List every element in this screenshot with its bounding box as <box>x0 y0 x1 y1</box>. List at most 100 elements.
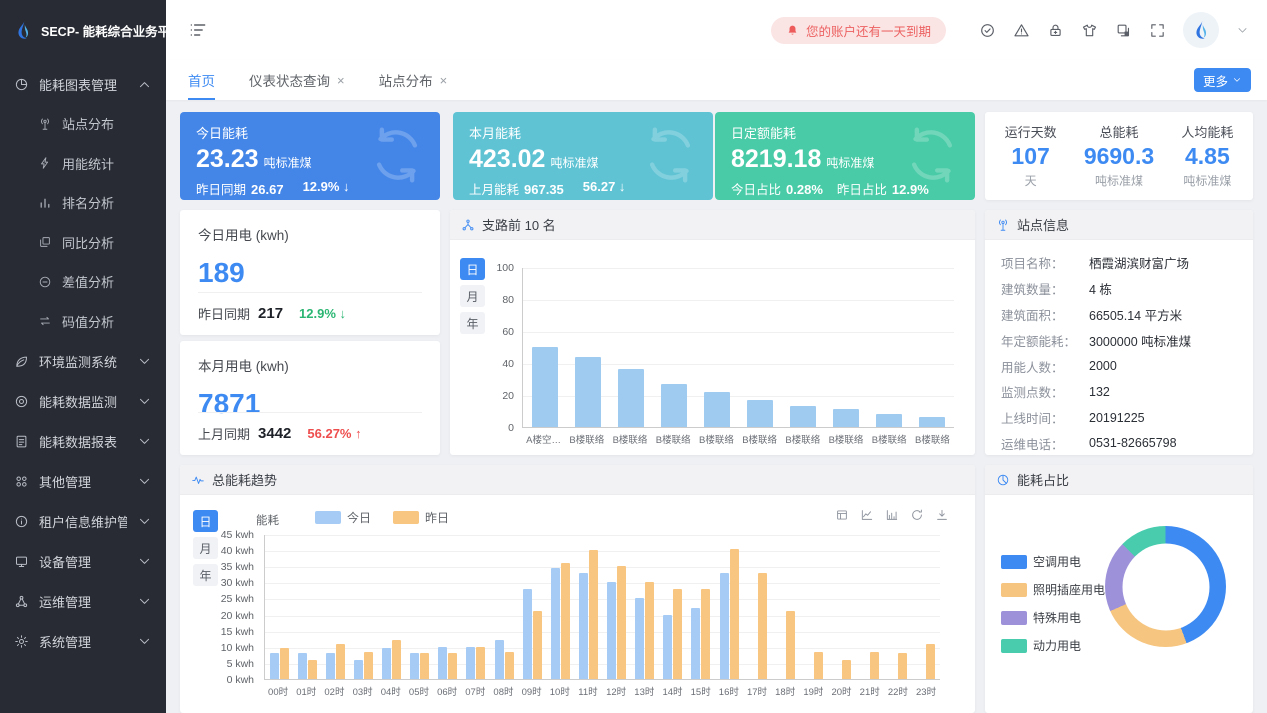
sidebar-item[interactable]: 用能统计 <box>0 144 166 184</box>
legend-item[interactable]: 动力用电 <box>1001 637 1105 654</box>
bar <box>635 598 644 679</box>
sidebar-item[interactable]: 同比分析 <box>0 223 166 263</box>
energy-share-body: 空调用电照明插座用电特殊用电动力用电 <box>985 495 1253 712</box>
bar <box>438 647 447 679</box>
bar <box>790 406 816 427</box>
sidebar-item[interactable]: 差值分析 <box>0 262 166 302</box>
legend-item[interactable]: 照明插座用电 <box>1001 581 1105 598</box>
main-area: 您的账户还有一天到期 首页仪表状态查询×站点分布× 更多 今日能耗23.23吨标… <box>166 0 1267 713</box>
tab-2[interactable]: 仪表状态查询× <box>249 60 345 100</box>
sidebar-group-9[interactable]: 系统管理 <box>0 621 166 661</box>
bar-pair <box>410 653 429 679</box>
sidebar-group-8[interactable]: 运维管理 <box>0 581 166 621</box>
bar-group <box>378 535 406 679</box>
bar-pair <box>607 566 626 679</box>
bar-pair <box>860 652 879 679</box>
warning-triangle-icon[interactable] <box>1013 22 1030 39</box>
tab-3[interactable]: 站点分布 × <box>379 60 448 100</box>
logo: SECP- 能耗综合业务平台 <box>0 0 166 60</box>
bar <box>898 653 907 679</box>
compare-label: 昨日同期 <box>198 304 250 323</box>
lock-icon[interactable] <box>1047 22 1064 39</box>
summary-item: 运行天数107天 <box>1005 122 1057 189</box>
branch-top10-panel: 支路前 10 名 日月年100806040200A楼空…B楼联络B楼联络B楼联络… <box>450 210 975 455</box>
sidebar-item[interactable]: 码值分析 <box>0 302 166 342</box>
check-circle-icon[interactable] <box>979 22 996 39</box>
sidebar-group-1[interactable]: 能耗图表管理 <box>0 64 166 104</box>
bar-chart-icon[interactable] <box>885 508 899 522</box>
info-icon <box>14 514 29 529</box>
bar <box>336 644 345 679</box>
refresh-icon[interactable] <box>910 508 924 522</box>
sidebar-group-3[interactable]: 能耗数据监测 <box>0 381 166 421</box>
x-axis-label: 19时 <box>799 684 827 698</box>
fullscreen-icon[interactable] <box>1149 22 1166 39</box>
sidebar-group-4[interactable]: 能耗数据报表 <box>0 421 166 461</box>
month-power-title: 本月用电 (kwh) <box>198 355 422 375</box>
user-menu-chevron-icon[interactable] <box>1236 24 1249 37</box>
antenna-icon <box>38 117 52 131</box>
sidebar-group-5[interactable]: 其他管理 <box>0 461 166 501</box>
stat-card-unit: 吨标准煤 <box>826 156 874 170</box>
bar <box>701 589 710 679</box>
site-info-value: 66505.14 平方米 <box>1089 305 1182 324</box>
avatar[interactable] <box>1183 12 1219 48</box>
site-info-row: 上线时间：20191225 <box>1001 405 1237 431</box>
trend-chart: 日月年能耗今日昨日45 kwh40 kwh35 kwh30 kwh25 kwh2… <box>180 495 975 712</box>
menu-collapse-icon[interactable] <box>188 20 208 40</box>
sidebar: SECP- 能耗综合业务平台 能耗图表管理站点分布用能统计排名分析同比分析差值分… <box>0 0 166 713</box>
legend-item[interactable]: 空调用电 <box>1001 553 1105 570</box>
site-info-label: 建筑面积： <box>1001 305 1089 324</box>
legend-swatch <box>315 511 341 524</box>
line-chart-icon[interactable] <box>860 508 874 522</box>
sidebar-group-6[interactable]: 租户信息维护管理 <box>0 501 166 541</box>
sidebar-item[interactable]: 站点分布 <box>0 104 166 144</box>
y-axis-tick: 20 <box>480 390 514 402</box>
x-axis-label: 09时 <box>518 684 546 698</box>
chevron-down-icon <box>137 394 152 409</box>
bar <box>466 647 475 679</box>
download-icon[interactable] <box>935 508 949 522</box>
bar-group <box>321 535 349 679</box>
tab-close-icon[interactable]: × <box>337 73 345 88</box>
bar <box>354 660 363 679</box>
copy-icon[interactable] <box>1115 22 1132 39</box>
y-axis-tick: 25 kwh <box>202 593 254 605</box>
lightning-icon <box>38 156 52 170</box>
minus-circle-icon <box>38 275 52 289</box>
x-axis-label: 16时 <box>715 684 743 698</box>
sidebar-item[interactable]: 排名分析 <box>0 183 166 223</box>
bar-item <box>523 268 566 427</box>
summary-unit: 吨标准煤 <box>1181 172 1233 189</box>
account-expiry-notice[interactable]: 您的账户还有一天到期 <box>771 17 946 44</box>
y-axis-tick: 5 kwh <box>202 658 254 670</box>
tshirt-icon[interactable] <box>1081 22 1098 39</box>
tab-label: 站点分布 <box>379 70 433 90</box>
sidebar-group-2[interactable]: 环境监测系统 <box>0 341 166 381</box>
chevron-down-icon <box>137 634 152 649</box>
more-button[interactable]: 更多 <box>1194 68 1251 92</box>
legend-item[interactable]: 今日 <box>315 509 371 526</box>
site-info-label: 用能人数： <box>1001 357 1089 376</box>
legend-item[interactable]: 昨日 <box>393 509 449 526</box>
sidebar-item-label: 排名分析 <box>62 193 114 212</box>
bar-group <box>265 535 293 679</box>
data-view-icon[interactable] <box>835 508 849 522</box>
energy-share-panel: 能耗占比 空调用电照明插座用电特殊用电动力用电 <box>985 465 1253 713</box>
sidebar-group-label: 租户信息维护管理 <box>39 512 127 531</box>
bell-icon <box>786 24 799 37</box>
legend-item[interactable]: 特殊用电 <box>1001 609 1105 626</box>
sidebar-group-7[interactable]: 设备管理 <box>0 541 166 581</box>
bar-group <box>546 535 574 679</box>
bar <box>607 582 616 679</box>
bar-group <box>518 535 546 679</box>
summary-panel: 运行天数107天总能耗9690.3吨标准煤人均能耗4.85吨标准煤 <box>985 112 1253 200</box>
bar-group <box>349 535 377 679</box>
tab-1[interactable]: 首页 <box>188 60 215 100</box>
bar <box>575 357 601 427</box>
tab-close-icon[interactable]: × <box>440 73 448 88</box>
bar-item <box>825 268 868 427</box>
x-axis-label: B楼联络 <box>781 432 824 446</box>
x-axis-label: 05时 <box>405 684 433 698</box>
legend-label: 今日 <box>347 509 371 526</box>
